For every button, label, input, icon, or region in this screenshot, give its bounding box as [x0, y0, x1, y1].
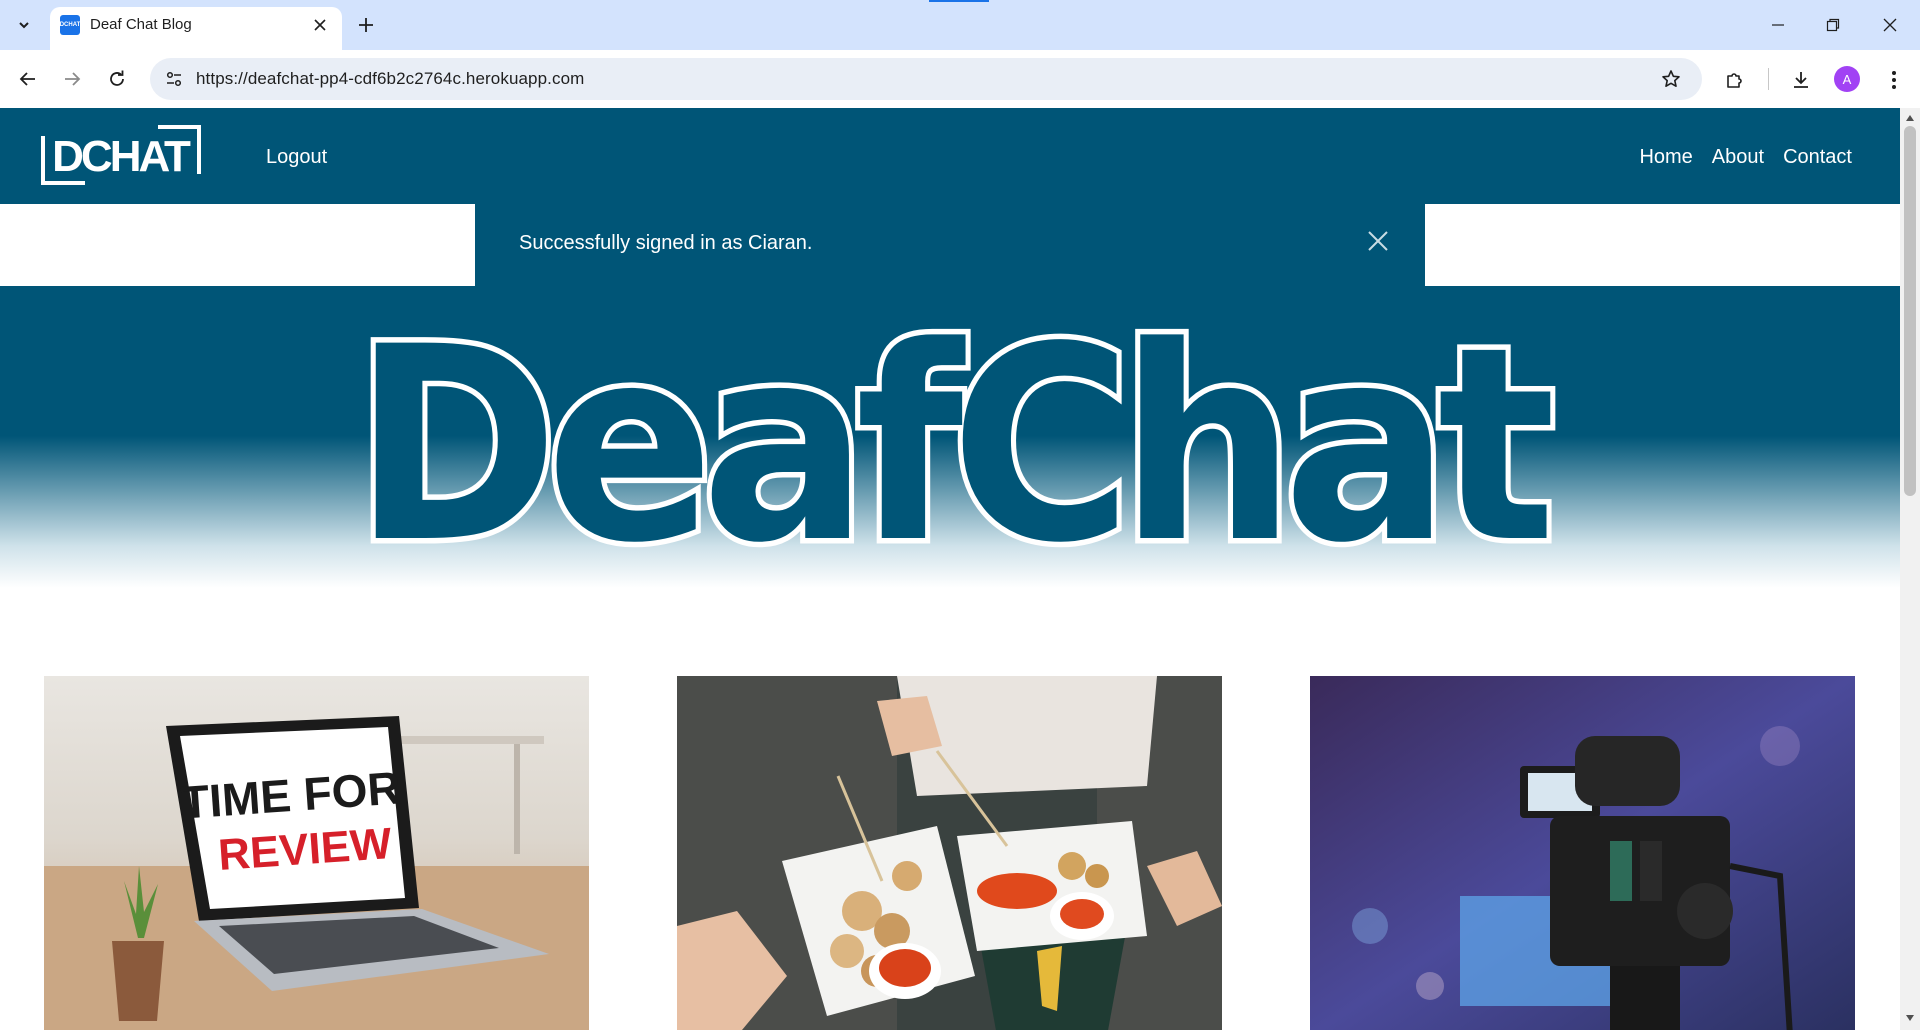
nav-link-home[interactable]: Home: [1639, 146, 1692, 169]
scroll-up-button[interactable]: [1903, 112, 1917, 124]
forward-button[interactable]: [56, 63, 88, 95]
profile-avatar[interactable]: A: [1834, 66, 1860, 92]
close-window-button[interactable]: [1872, 10, 1908, 40]
site-info-button[interactable]: [160, 65, 188, 93]
back-button[interactable]: [12, 63, 44, 95]
restore-button[interactable]: [1815, 10, 1851, 40]
alert-message: Successfully signed in as Ciaran.: [519, 232, 813, 254]
url-text[interactable]: https://deafchat-pp4-cdf6b2c2764c.heroku…: [196, 69, 584, 89]
nav-links: Home About Contact: [1639, 146, 1852, 169]
page-viewport: DCHAT Logout Home About Contact DeafChat…: [0, 108, 1900, 1030]
dchat-logo[interactable]: DCHAT: [40, 124, 202, 186]
puzzle-icon: [1727, 73, 1742, 88]
close-icon: [1883, 18, 1897, 32]
bookmark-button[interactable]: [1656, 64, 1686, 94]
download-icon: [1794, 72, 1808, 88]
close-icon: [1368, 231, 1388, 251]
scroll-down-button[interactable]: [1903, 1012, 1917, 1024]
plus-icon: [359, 18, 373, 32]
logout-link[interactable]: Logout: [266, 146, 327, 169]
chevron-down-icon: [19, 22, 29, 29]
laptop-image: TIME FOR REVIEW: [44, 676, 589, 1030]
triangle-down-icon: [1906, 1015, 1914, 1021]
video-camera-image: [1310, 676, 1855, 1030]
tune-icon: [166, 71, 182, 87]
reload-icon: [110, 70, 124, 86]
site-navbar: DCHAT Logout Home About Contact: [0, 108, 1900, 204]
browser-menu-button[interactable]: [1878, 64, 1910, 96]
signin-alert: Successfully signed in as Ciaran.: [475, 204, 1425, 286]
triangle-up-icon: [1906, 115, 1914, 121]
logo-text: DCHAT: [52, 132, 191, 181]
more-vert-icon: [1892, 71, 1896, 89]
new-tab-button[interactable]: [352, 11, 380, 39]
reload-button[interactable]: [101, 63, 133, 95]
minimize-icon: [1772, 24, 1784, 26]
tab-close-button[interactable]: [309, 14, 331, 36]
tab-favicon-icon: DCHAT: [60, 15, 80, 35]
close-icon: [314, 19, 326, 31]
arrow-right-icon: [65, 72, 81, 86]
arrow-left-icon: [19, 72, 35, 86]
scrollbar-thumb[interactable]: [1904, 126, 1916, 496]
star-icon: [1662, 70, 1680, 87]
alert-close-button[interactable]: [1363, 226, 1393, 256]
toolbar-separator: [1768, 68, 1769, 90]
hero-title: DeafChat: [348, 286, 1574, 588]
downloads-button[interactable]: [1785, 64, 1817, 96]
nav-link-about[interactable]: About: [1712, 146, 1764, 169]
hero-banner: DeafChat: [0, 286, 1900, 588]
post-card-1[interactable]: TIME FOR REVIEW: [44, 676, 589, 1030]
post-card-2[interactable]: [677, 676, 1222, 1030]
hero-title-text: DeafChat: [353, 290, 1554, 588]
post-card-3[interactable]: [1310, 676, 1855, 1030]
tab-title: Deaf Chat Blog: [90, 16, 192, 33]
nav-link-contact[interactable]: Contact: [1783, 146, 1852, 169]
tabstrip-indicator: [929, 0, 989, 2]
post-card-grid: TIME FOR REVIEW: [0, 676, 1900, 1030]
minimize-button[interactable]: [1760, 10, 1796, 40]
extensions-button[interactable]: [1719, 64, 1751, 96]
food-image: [677, 676, 1222, 1030]
tab-search-button[interactable]: [8, 10, 40, 40]
restore-icon: [1826, 18, 1840, 32]
